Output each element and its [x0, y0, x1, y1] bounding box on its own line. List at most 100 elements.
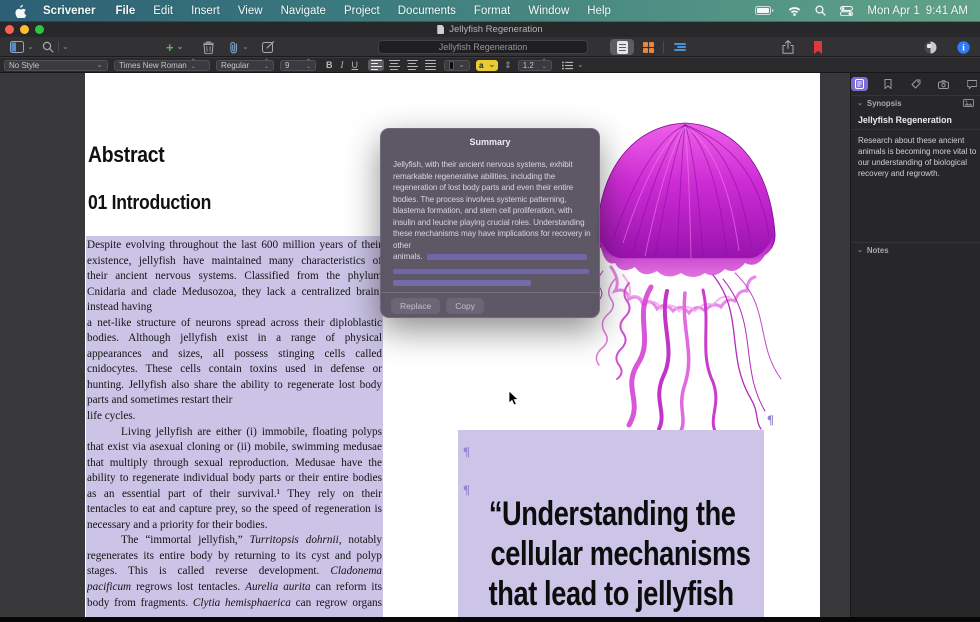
chevron-down-icon: ⌄	[242, 43, 249, 51]
appearance-icon	[924, 41, 937, 54]
search-button[interactable]: ⌄	[42, 37, 69, 57]
apple-menu-icon[interactable]	[14, 4, 27, 18]
battery-icon[interactable]	[755, 6, 774, 15]
toolbar-search-field[interactable]: Jellyfish Regeneration	[378, 40, 588, 54]
menu-item[interactable]: Edit	[153, 5, 173, 17]
menu-item[interactable]: File	[115, 5, 135, 17]
inspector-panel: ⌄ Synopsis Jellyfish Regeneration Resear…	[850, 73, 980, 617]
menu-item[interactable]: Window	[528, 5, 569, 17]
font-weight-select[interactable]: Regular⌃⌄	[216, 60, 274, 71]
notes-section-header[interactable]: ⌄ Notes	[851, 242, 980, 257]
align-right-button[interactable]	[404, 59, 420, 71]
wifi-icon[interactable]	[788, 6, 801, 16]
attachments-button[interactable]: ⌄	[229, 37, 249, 57]
chevron-down-icon: ⌄	[577, 61, 584, 69]
chevron-down-icon: ⌄	[62, 43, 69, 51]
view-mode-document-button[interactable]	[610, 39, 634, 55]
font-size-stepper[interactable]: 9⌃⌄	[280, 60, 316, 71]
synopsis-section-header[interactable]: ⌄ Synopsis	[851, 95, 980, 110]
italic-button[interactable]: I	[341, 60, 344, 70]
menu-clock-time[interactable]: 9:41 AM	[926, 5, 968, 17]
menu-status-area: Mon Apr 1 9:41 AM	[755, 5, 980, 17]
view-mode-outline-button[interactable]	[668, 39, 692, 55]
menu-item[interactable]: Project	[344, 5, 380, 17]
divider	[663, 41, 664, 53]
list-format-button[interactable]: ⌄	[558, 60, 588, 71]
menu-item[interactable]: Format	[474, 5, 510, 17]
align-center-button[interactable]	[386, 59, 402, 71]
body-text-selection[interactable]: Despite evolving throughout the last 600…	[86, 236, 383, 617]
text-color-well[interactable]: ⌄	[444, 60, 470, 71]
synopsis-line: animals is becoming more vital to	[858, 146, 976, 157]
menu-item[interactable]: View	[238, 5, 263, 17]
view-mode-corkboard-button[interactable]	[636, 39, 660, 55]
control-center-icon[interactable]	[840, 6, 853, 16]
ai-summary-popup[interactable]: Summary Jellyfish, with their ancient ne…	[380, 128, 600, 318]
line-spacing-stepper[interactable]: 1.2⌃⌄	[518, 60, 552, 71]
highlight-color-button[interactable]: a ⌄	[476, 60, 498, 71]
plus-icon: +	[166, 41, 174, 54]
corkboard-view-icon	[643, 42, 654, 53]
text-line: body from fragments. Clytia hemisphaeric…	[87, 596, 382, 612]
format-bar: No Style ⌄ Times New Roman⌃⌄ Regular⌃⌄ 9…	[0, 58, 980, 73]
synopsis-text[interactable]: Research about these ancientanimals is b…	[851, 130, 980, 179]
synopsis-card-title[interactable]: Jellyfish Regeneration	[851, 110, 980, 130]
chevron-down-icon: ⌄	[27, 43, 34, 51]
text-line: Cnidaria and clade Medusozoa, they lack …	[87, 285, 382, 301]
text-line: that multiply through sexual reproductio…	[87, 456, 382, 472]
menu-item[interactable]: Help	[587, 5, 611, 17]
align-justify-button[interactable]	[422, 59, 438, 71]
share-button[interactable]	[782, 37, 794, 57]
text-line: existence, jellyfish have maintained man…	[87, 254, 382, 270]
summary-line: these mechanisms may have implications f…	[393, 228, 587, 240]
pull-quote-text: “Understanding thecellular mechanismstha…	[458, 430, 764, 614]
popup-body: Jellyfish, with their ancient nervous sy…	[381, 147, 599, 251]
menu-clock-date[interactable]: Mon Apr 1	[867, 5, 919, 17]
text-line: as an essential part of their survival.¹…	[87, 487, 382, 503]
style-select[interactable]: No Style ⌄	[4, 60, 108, 71]
tab-metadata[interactable]	[907, 77, 924, 91]
camera-icon	[938, 80, 949, 89]
menu-item[interactable]: Insert	[191, 5, 220, 17]
tag-icon	[911, 79, 921, 89]
menu-item[interactable]: Navigate	[281, 5, 326, 17]
tab-notes-synopsis[interactable]	[851, 77, 868, 91]
skeleton-bar	[393, 280, 531, 286]
synopsis-image-icon[interactable]	[963, 99, 974, 107]
share-icon	[782, 40, 794, 54]
popup-title: Summary	[381, 129, 599, 147]
underline-button[interactable]: U	[352, 60, 359, 70]
replace-button[interactable]: Replace	[391, 298, 440, 314]
copy-button[interactable]: Copy	[446, 298, 484, 314]
trash-button[interactable]	[203, 37, 214, 57]
add-item-button[interactable]: + ⌄	[166, 37, 183, 57]
text-line: necessary and a priority for their bodie…	[87, 518, 382, 534]
bookmark-button[interactable]	[813, 37, 823, 57]
pull-quote-block[interactable]: ¶ ¶ “Understanding thecellular mechanism…	[458, 430, 764, 617]
text-line: appearances and sizes, all possess sting…	[87, 347, 382, 363]
align-left-button[interactable]	[368, 59, 384, 71]
tab-snapshots[interactable]	[935, 77, 952, 91]
quick-reference-button[interactable]	[924, 37, 937, 57]
menu-app-name[interactable]: Scrivener	[43, 5, 95, 17]
text-line: bodies. Although jellyfish exist in a ra…	[87, 331, 382, 347]
toggle-binder-button[interactable]: ⌄	[10, 37, 34, 57]
bold-button[interactable]: B	[326, 60, 333, 70]
pilcrow-mark: ¶	[463, 444, 470, 460]
tab-bookmarks[interactable]	[879, 77, 896, 91]
tab-comments[interactable]	[963, 77, 980, 91]
compose-button[interactable]	[262, 37, 275, 57]
window-title: Jellyfish Regeneration	[0, 24, 980, 35]
synopsis-line: Research about these ancient	[858, 135, 976, 146]
trash-icon	[203, 41, 214, 54]
text-line: hunting. Jellyfish also share the abilit…	[87, 378, 382, 394]
text-line: Living jellyfish are either (i) immobile…	[87, 425, 382, 441]
skeleton-bar	[427, 254, 587, 260]
quote-line: “Understanding the	[489, 494, 736, 534]
font-family-select[interactable]: Times New Roman⌃⌄	[114, 60, 210, 71]
chevron-down-icon: ⌄	[857, 99, 863, 107]
inspector-toggle-button[interactable]: i	[957, 37, 970, 57]
menu-item[interactable]: Documents	[398, 5, 456, 17]
spotlight-search-icon[interactable]	[815, 5, 826, 16]
document-icon	[437, 25, 444, 34]
